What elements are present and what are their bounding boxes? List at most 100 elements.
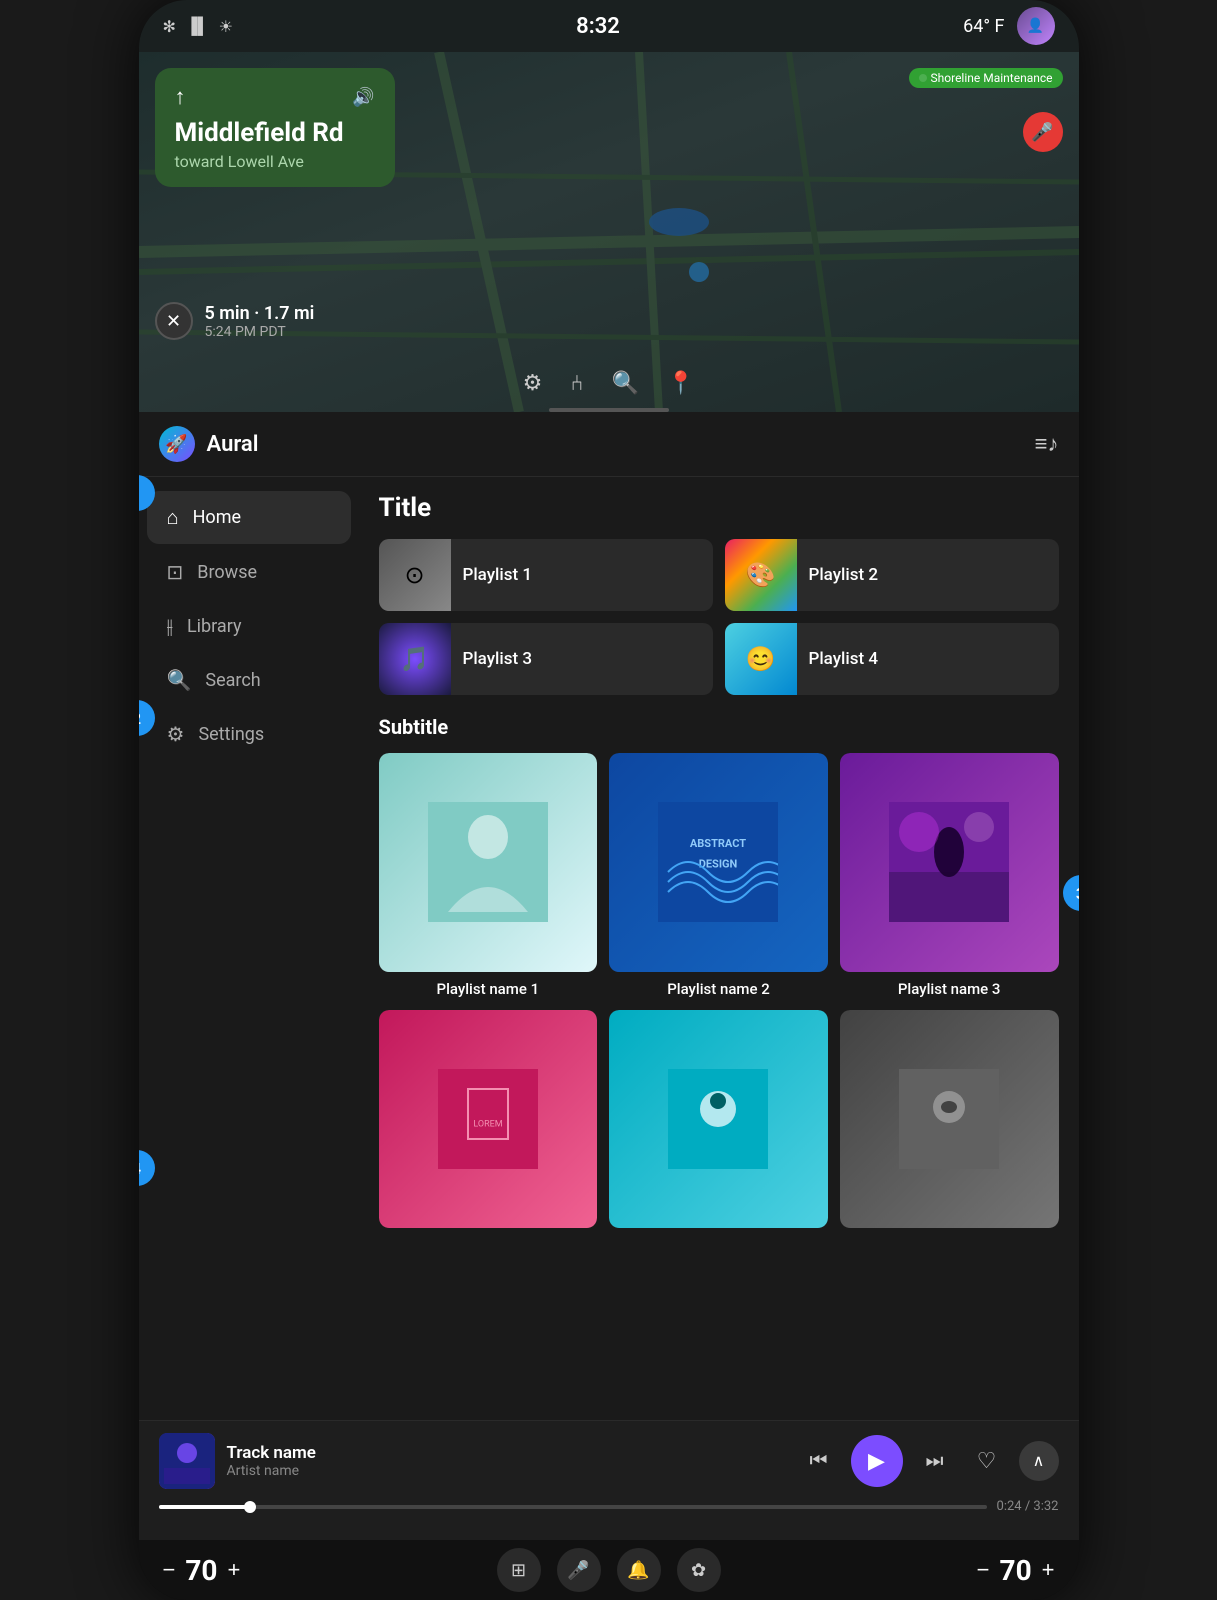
partial-card-3[interactable] — [840, 1010, 1059, 1229]
playlist-card-v2[interactable]: ABSTRACT DESIGN Playlist name 2 — [609, 753, 828, 998]
mic-nav-button[interactable]: 🎤 — [557, 1548, 601, 1592]
play-pause-button[interactable]: ▶ — [851, 1435, 903, 1487]
prev-button[interactable]: ⏮ — [799, 1441, 839, 1481]
app-header: 🚀 Aural ≡♪ — [139, 412, 1079, 477]
pin-map-button[interactable]: 📍 — [667, 371, 694, 396]
music-app: 🚀 Aural ≡♪ ⌂ Home ⊡ Browse ⫲ Library — [139, 412, 1079, 1540]
playlist-cover-1-img — [379, 753, 598, 972]
playlist-cover-2-img: ABSTRACT DESIGN — [609, 753, 828, 972]
sidebar: ⌂ Home ⊡ Browse ⫲ Library 🔍 Search ⚙ — [139, 477, 359, 1420]
playlist-2-name: Playlist 2 — [809, 565, 879, 585]
app-logo-icon: 🚀 — [159, 426, 195, 462]
sidebar-item-search[interactable]: 🔍 Search — [147, 654, 351, 706]
playlist-cover-1 — [379, 753, 598, 972]
status-bar: ✻ ▐▌ ☀ 8:32 64° F 👤 — [139, 0, 1079, 52]
playlist-card-v1[interactable]: Playlist name 1 — [379, 753, 598, 998]
clock: 8:32 — [576, 14, 620, 39]
svg-text:ABSTRACT: ABSTRACT — [690, 837, 746, 850]
signal-icon: ▐▌ — [186, 16, 209, 36]
route-alt-button[interactable]: ⑃ — [570, 371, 583, 396]
main-content: ⌂ Home ⊡ Browse ⫲ Library 🔍 Search ⚙ — [139, 477, 1079, 1420]
avatar[interactable]: 👤 — [1017, 7, 1055, 45]
nav-arrow-icon: ↑ — [175, 84, 186, 110]
route-eta: 5:24 PM PDT — [205, 324, 315, 340]
progress-fill — [159, 1505, 250, 1509]
sidebar-item-home-label: Home — [193, 507, 241, 528]
nav-info: Shoreline Maintenance — [909, 68, 1063, 88]
mic-button[interactable]: 🎤 — [1023, 112, 1063, 152]
partial-card-2[interactable] — [609, 1010, 828, 1229]
sidebar-item-settings[interactable]: ⚙ Settings — [147, 708, 351, 760]
sidebar-item-home[interactable]: ⌂ Home — [147, 491, 351, 544]
route-duration: 5 min · 1.7 mi — [205, 303, 315, 324]
expand-button[interactable]: ∧ — [1019, 1441, 1059, 1481]
close-route-button[interactable]: ✕ — [155, 302, 193, 340]
fan-button[interactable]: ✿ — [677, 1548, 721, 1592]
player-track-name: Track name — [227, 1443, 787, 1463]
route-text: 5 min · 1.7 mi 5:24 PM PDT — [205, 303, 315, 340]
nav-sound-icon[interactable]: 🔊 — [352, 87, 374, 108]
playlist-card-1[interactable]: ⊙ Playlist 1 — [379, 539, 713, 611]
playlist-thumb-4-img: 😊 — [725, 623, 797, 695]
status-left: ✻ ▐▌ ☀ — [163, 16, 233, 36]
settings-map-button[interactable]: ⚙ — [523, 371, 543, 396]
playlist-thumb-3: 🎵 — [379, 623, 451, 695]
player-bar: Track name Artist name ⏮ ▶ ⏭ ♡ ∧ — [139, 1420, 1079, 1540]
landmark-text: Shoreline Maintenance — [931, 71, 1053, 85]
home-icon: ⌂ — [167, 505, 179, 530]
partial-cover-1-img: LOREM — [379, 1010, 598, 1229]
vol-left-control: − 70 + — [163, 1554, 241, 1587]
playlist-card-v3[interactable]: Playlist name 3 — [840, 753, 1059, 998]
progress-dot — [244, 1501, 256, 1513]
playlist-card-2[interactable]: 🎨 Playlist 2 — [725, 539, 1059, 611]
grid-button[interactable]: ⊞ — [497, 1548, 541, 1592]
phone-frame: 1 2 3 4 ✻ ▐▌ ☀ 8:32 64° F 👤 — [139, 0, 1079, 1600]
next-button[interactable]: ⏭ — [915, 1441, 955, 1481]
partial-cover-2-img — [609, 1010, 828, 1229]
sidebar-item-library[interactable]: ⫲ Library — [147, 600, 351, 652]
vol-left-minus[interactable]: − — [163, 1557, 176, 1583]
current-time: 0:24 — [997, 1499, 1022, 1514]
partial-cover-3-img — [840, 1010, 1059, 1229]
vol-right-plus[interactable]: + — [1042, 1557, 1055, 1583]
bluetooth-icon: ✻ — [163, 17, 176, 36]
playlist-card-4[interactable]: 😊 Playlist 4 — [725, 623, 1059, 695]
nav-street: Middlefield Rd — [175, 118, 375, 148]
svg-text:LOREM: LOREM — [473, 1119, 502, 1129]
vol-right-minus[interactable]: − — [977, 1557, 990, 1583]
app-logo-row: 🚀 Aural — [159, 426, 259, 462]
playlist-cover-3 — [840, 753, 1059, 972]
progress-time: 0:24 / 3:32 — [997, 1499, 1059, 1514]
queue-icon[interactable]: ≡♪ — [1035, 431, 1059, 457]
sidebar-item-browse[interactable]: ⊡ Browse — [147, 546, 351, 598]
partial-cover-3 — [840, 1010, 1059, 1229]
total-time: 3:32 — [1033, 1499, 1058, 1514]
subtitle-section: Subtitle — [379, 715, 1059, 739]
vol-left-plus[interactable]: + — [228, 1557, 241, 1583]
library-icon: ⫲ — [167, 614, 173, 638]
nav-card: ↑ 🔊 Middlefield Rd toward Lowell Ave — [155, 68, 395, 187]
progress-row: 0:24 / 3:32 — [159, 1499, 1059, 1514]
player-controls: ⏮ ▶ ⏭ ♡ ∧ — [799, 1435, 1059, 1487]
route-info: ✕ 5 min · 1.7 mi 5:24 PM PDT — [155, 302, 315, 340]
bell-button[interactable]: 🔔 — [617, 1548, 661, 1592]
progress-bar[interactable] — [159, 1505, 987, 1509]
playlist-cover-3-img — [840, 753, 1059, 972]
playlist-card-3[interactable]: 🎵 Playlist 3 — [379, 623, 713, 695]
bottom-icons: ⊞ 🎤 🔔 ✿ — [497, 1548, 721, 1592]
search-map-button[interactable]: 🔍 — [612, 371, 639, 396]
bottom-nav: − 70 + ⊞ 🎤 🔔 ✿ − 70 + — [139, 1540, 1079, 1600]
vol-left-value: 70 — [185, 1554, 217, 1587]
player-thumbnail — [159, 1433, 215, 1489]
favorite-button[interactable]: ♡ — [967, 1441, 1007, 1481]
playlist-grid-2col: ⊙ Playlist 1 🎨 Playlist 2 🎵 — [379, 539, 1059, 695]
playlist-4-name: Playlist 4 — [809, 649, 879, 669]
playlist-1-name: Playlist 1 — [463, 565, 533, 585]
playlist-thumb-3-img: 🎵 — [379, 623, 451, 695]
nav-toward: toward Lowell Ave — [175, 152, 375, 171]
playlist-thumb-2-img: 🎨 — [725, 539, 797, 611]
partial-card-1[interactable]: LOREM — [379, 1010, 598, 1229]
playlist-grid-3col: Playlist name 1 ABSTRACT DESIGN — [379, 753, 1059, 998]
content-area: Title ⊙ Playlist 1 🎨 Playlist 2 — [359, 477, 1079, 1420]
status-right: 64° F 👤 — [963, 7, 1054, 45]
